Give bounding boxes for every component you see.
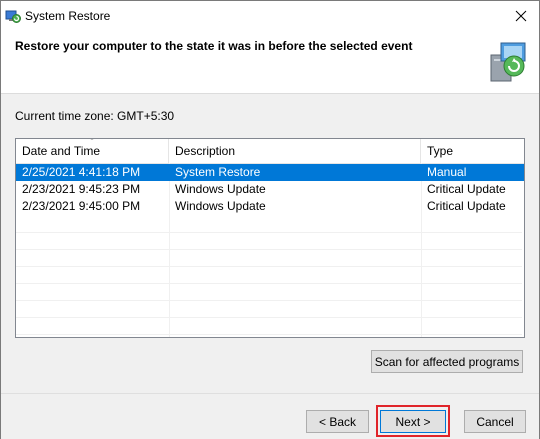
column-header-date[interactable]: ﹀ Date and Time [16, 139, 169, 163]
restore-points-list[interactable]: ﹀ Date and Time Description Type 2/25/20… [15, 138, 525, 338]
system-restore-icon [5, 10, 21, 23]
window-title: System Restore [25, 9, 111, 23]
row-gridline [16, 232, 522, 233]
column-header-type[interactable]: Type [421, 139, 524, 163]
row-gridline [16, 283, 522, 284]
row-description: Windows Update [175, 182, 266, 196]
table-row[interactable]: 2/23/2021 9:45:23 PM Windows Update Crit… [16, 181, 524, 198]
timezone-label: Current time zone: GMT+5:30 [15, 109, 175, 123]
page-title: Restore your computer to the state it wa… [15, 39, 413, 53]
back-button[interactable]: < Back [306, 410, 369, 433]
scan-affected-programs-button[interactable]: Scan for affected programs [371, 350, 523, 373]
row-description: System Restore [175, 165, 261, 179]
close-icon [515, 10, 527, 22]
list-header: ﹀ Date and Time Description Type [16, 139, 524, 164]
row-gridline [16, 317, 522, 318]
row-description: Windows Update [175, 199, 266, 213]
close-button[interactable] [503, 1, 539, 31]
row-gridline [16, 249, 522, 250]
row-type: Critical Update [427, 182, 506, 196]
system-restore-window: System Restore Restore your computer to … [0, 0, 540, 439]
row-gridline [16, 334, 522, 335]
dialog-footer [1, 393, 539, 439]
row-date: 2/25/2021 4:41:18 PM [22, 165, 141, 179]
next-button-highlight [376, 405, 450, 437]
row-date: 2/23/2021 9:45:00 PM [22, 199, 141, 213]
table-rows: 2/25/2021 4:41:18 PM System Restore Manu… [16, 164, 524, 215]
row-type: Manual [427, 165, 467, 179]
system-restore-computer-icon [490, 42, 526, 82]
row-gridline [16, 300, 522, 301]
row-date: 2/23/2021 9:45:23 PM [22, 182, 141, 196]
column-header-description[interactable]: Description [169, 139, 421, 163]
table-row[interactable]: 2/25/2021 4:41:18 PM System Restore Manu… [16, 164, 524, 181]
row-type: Critical Update [427, 199, 506, 213]
title-bar: System Restore [1, 1, 539, 31]
table-row[interactable]: 2/23/2021 9:45:00 PM Windows Update Crit… [16, 198, 524, 215]
cancel-button[interactable]: Cancel [464, 410, 526, 433]
header-banner: Restore your computer to the state it wa… [1, 31, 539, 94]
sort-arrow-icon: ﹀ [88, 138, 96, 146]
row-gridline [16, 266, 522, 267]
